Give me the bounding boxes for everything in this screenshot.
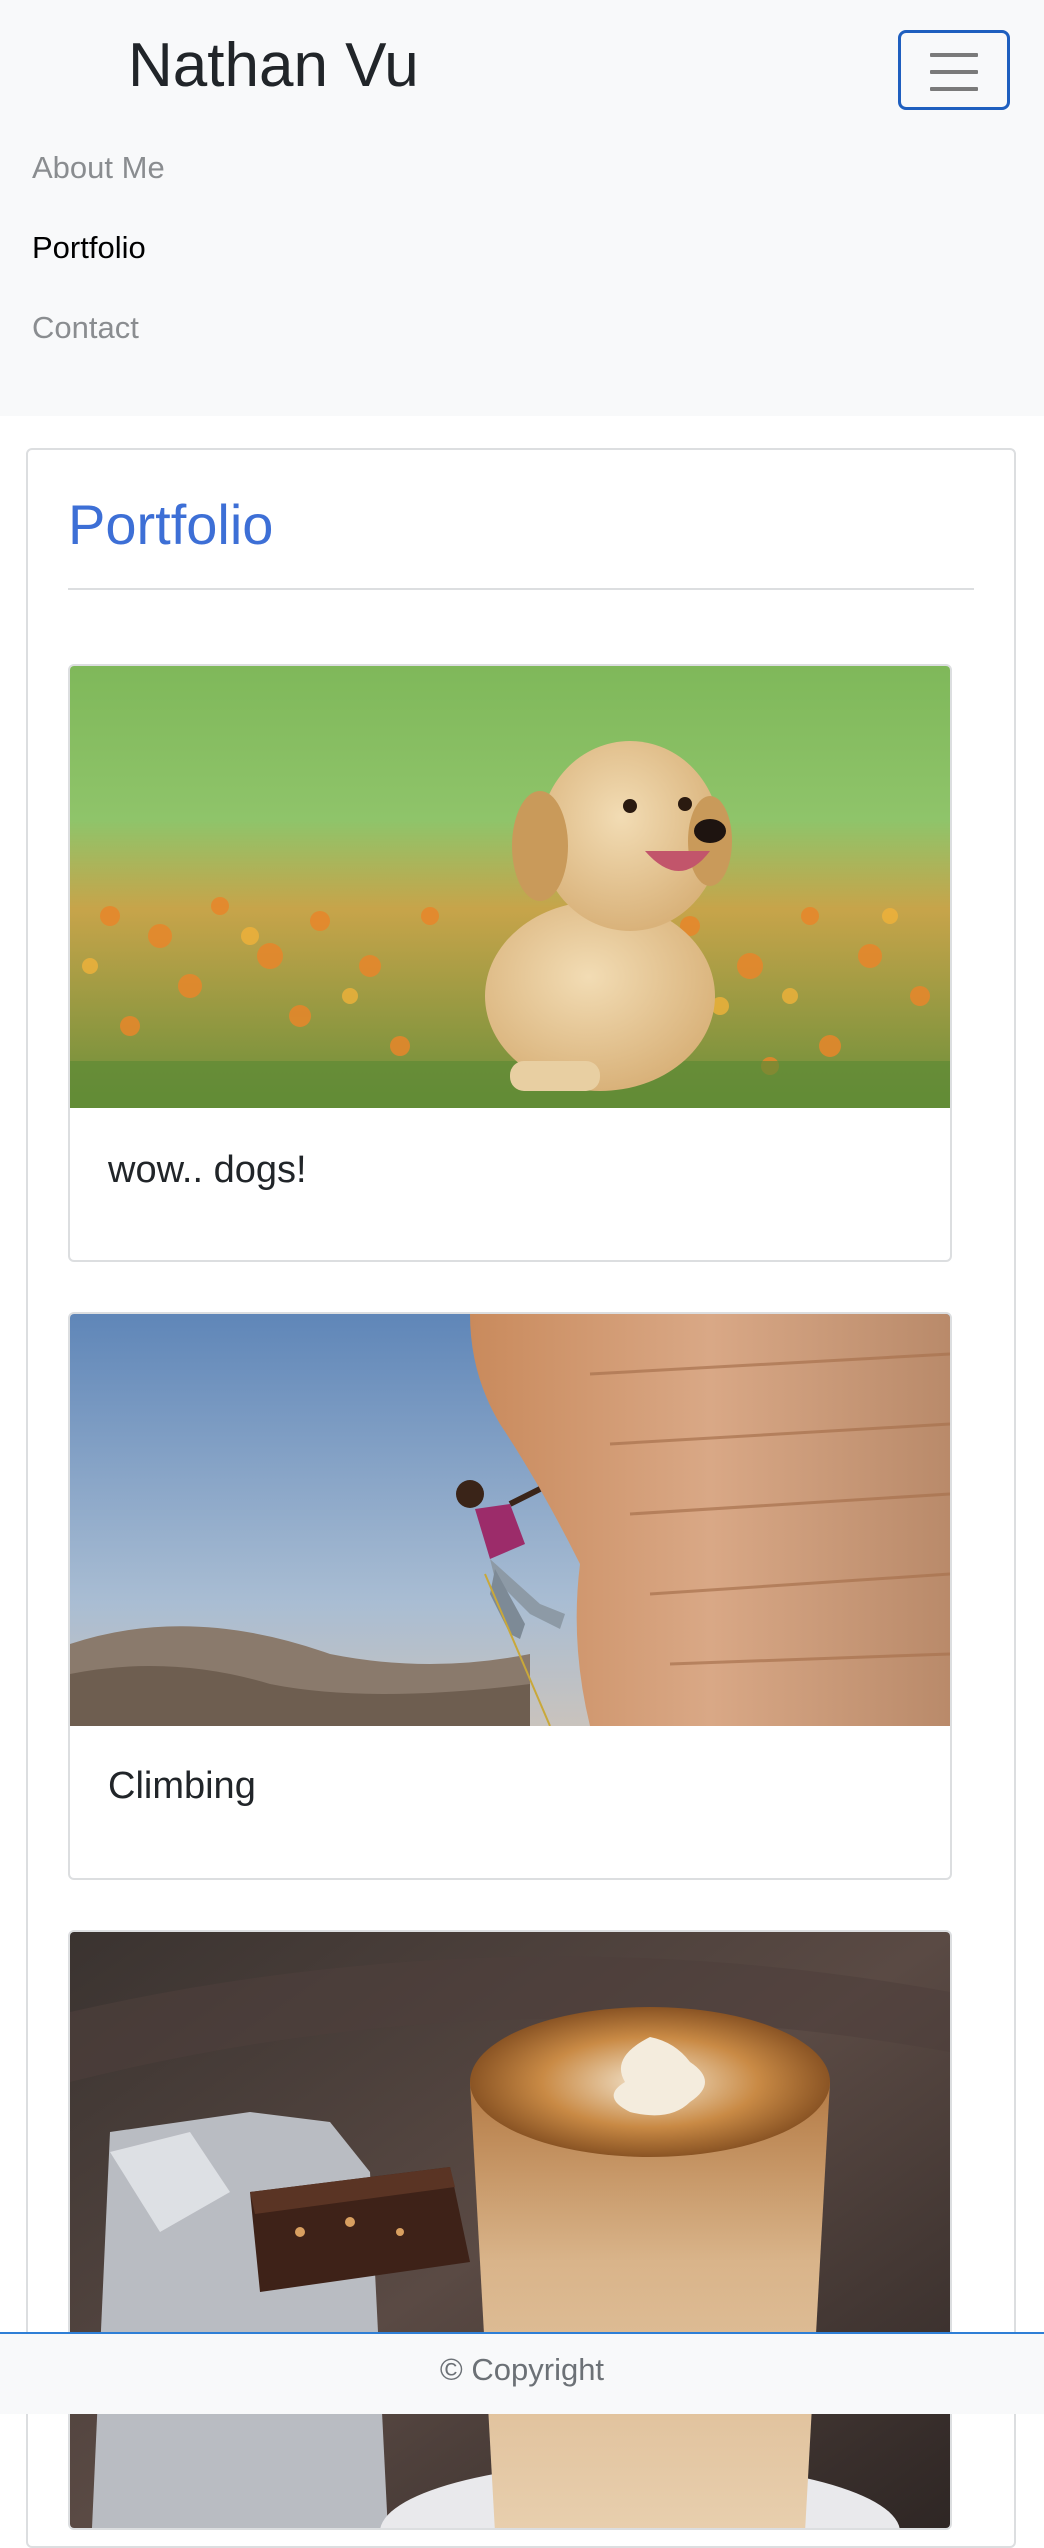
navbar-toggle-button[interactable] [898,30,1010,110]
footer: © Copyright [0,2332,1044,2414]
nav-item-contact[interactable]: Contact [32,308,139,348]
portfolio-card-coffee[interactable] [68,1930,952,2530]
latte-and-brownie-photo [70,1932,950,2528]
rock-climber-photo [70,1314,950,1726]
copyright-text: © Copyright [439,2352,605,2387]
brand-link[interactable]: Nathan Vu [128,26,419,106]
card-title: wow.. dogs! [108,1149,307,1191]
title-divider [68,588,974,590]
nav-item-portfolio[interactable]: Portfolio [32,228,146,268]
portfolio-card-climbing[interactable]: Climbing [68,1312,952,1880]
portfolio-section: Portfolio wow.. dogs! Climbing [26,448,1016,2548]
card-title: Climbing [108,1765,256,1807]
golden-retriever-puppy-photo [70,666,950,1108]
portfolio-card-dogs[interactable]: wow.. dogs! [68,664,952,1262]
section-title: Portfolio [68,493,274,556]
navbar: Nathan Vu About Me Portfolio Contact [0,0,1044,416]
nav-item-about-me[interactable]: About Me [32,148,165,188]
